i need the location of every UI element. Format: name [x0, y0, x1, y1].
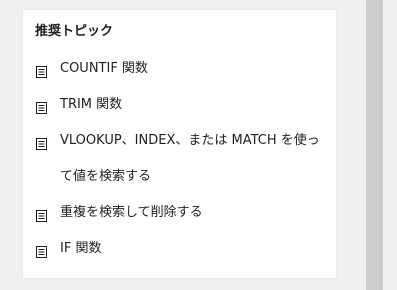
document-icon [36, 246, 47, 258]
topic-link-remove-duplicates[interactable]: 重複を検索して削除する [36, 205, 332, 231]
document-icon [36, 66, 47, 78]
topic-link-vlookup-index-match[interactable]: VLOOKUP、INDEX、または MATCH を使って値を検索する [36, 133, 332, 195]
document-icon [36, 210, 47, 222]
topic-label[interactable]: TRIM 関数 [60, 87, 332, 123]
recommended-topics-heading: 推奨トピック [35, 24, 114, 39]
document-icon [36, 102, 47, 114]
topic-label[interactable]: COUNTIF 関数 [60, 51, 332, 87]
document-icon [36, 138, 47, 150]
topic-label[interactable]: 重複を検索して削除する [60, 195, 332, 231]
topic-label[interactable]: IF 関数 [60, 231, 332, 267]
topic-link-countif[interactable]: COUNTIF 関数 [36, 61, 332, 87]
topic-link-trim[interactable]: TRIM 関数 [36, 97, 332, 123]
vertical-scrollbar[interactable] [366, 0, 383, 290]
topic-link-if[interactable]: IF 関数 [36, 241, 332, 267]
topic-label[interactable]: VLOOKUP、INDEX、または MATCH を使って値を検索する [60, 123, 332, 195]
recommended-topics-panel: 推奨トピック COUNTIF 関数 TRIM 関数 VLOOKUP、INDEX、… [23, 10, 336, 278]
